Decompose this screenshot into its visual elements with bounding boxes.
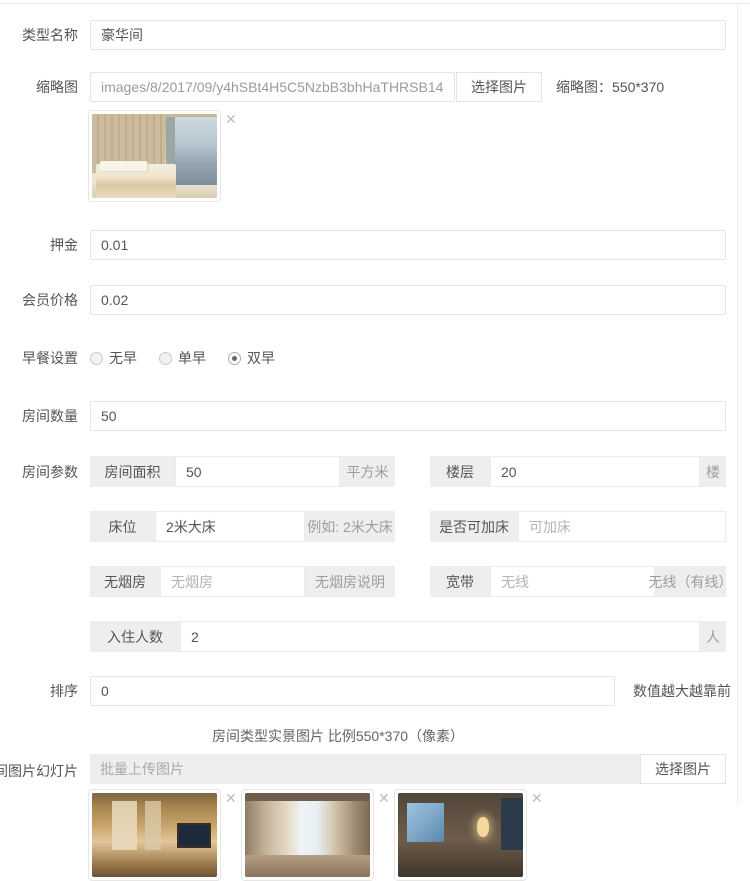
slideshow-heading: 房间类型实景图片 比例550*370（像素）: [0, 726, 676, 746]
extra-bed-label: 是否可加床: [430, 511, 518, 542]
thumbnail-image: [92, 114, 217, 198]
broadband-input[interactable]: [490, 566, 655, 597]
thumbnail-preview: [88, 110, 221, 202]
bed-hint: 例如: 2米大床: [305, 511, 395, 542]
thumbnail-choose-button[interactable]: 选择图片: [456, 72, 542, 102]
breakfast-option-label: 单早: [178, 348, 206, 368]
sort-label: 排序: [0, 681, 78, 701]
broadband-hint: 无线（有线）: [655, 566, 726, 597]
slideshow-remove-icon-2[interactable]: ✕: [374, 789, 390, 806]
thumbnail-remove-icon[interactable]: ✕: [221, 110, 237, 127]
thumbnail-size-note: 缩略图：550*370: [556, 77, 664, 97]
slideshow-upload-bar[interactable]: 批量上传图片 选择图片: [90, 754, 726, 784]
no-smoking-label: 无烟房: [90, 566, 160, 597]
bed-label: 床位: [90, 511, 155, 542]
no-smoking-hint: 无烟房说明: [305, 566, 395, 597]
slideshow-heading-row: 房间类型实景图片 比例550*370（像素）: [0, 726, 750, 746]
floor-input[interactable]: [490, 456, 700, 487]
sort-row: 排序 数值越大越靠前: [0, 676, 750, 706]
slideshow-upload-placeholder: 批量上传图片: [90, 759, 640, 779]
slideshow-remove-icon-3[interactable]: ✕: [527, 789, 543, 806]
thumbnail-row: 缩略图 选择图片 缩略图：550*370: [0, 72, 750, 102]
type-name-input[interactable]: [90, 20, 726, 50]
slideshow-upload-row: 房间图片幻灯片 批量上传图片 选择图片: [0, 754, 750, 784]
slideshow-label: 房间图片幻灯片: [0, 761, 78, 781]
breakfast-label: 早餐设置: [0, 348, 78, 368]
deposit-label: 押金: [0, 235, 78, 255]
room-params-row-1: 房间参数 房间面积 平方米 楼层 楼: [0, 456, 750, 487]
room-count-input[interactable]: [90, 401, 726, 431]
radio-icon[interactable]: [159, 352, 172, 365]
occupancy-label: 入住人数: [90, 621, 180, 652]
breakfast-row: 早餐设置 无早 单早 双早: [0, 343, 750, 373]
slideshow-image-3: [398, 793, 523, 877]
sort-input[interactable]: [90, 676, 615, 706]
member-price-label: 会员价格: [0, 290, 78, 310]
bed-input[interactable]: [155, 511, 305, 542]
area-input[interactable]: [175, 456, 340, 487]
room-params-row-4: 入住人数 人: [0, 621, 750, 652]
area-unit: 平方米: [340, 456, 395, 487]
type-name-label: 类型名称: [0, 25, 78, 45]
no-smoking-input[interactable]: [160, 566, 305, 597]
thumbnail-preview-row: ✕: [88, 110, 750, 202]
breakfast-option-label: 无早: [109, 348, 137, 368]
breakfast-option-single[interactable]: 单早: [159, 348, 206, 368]
broadband-label: 宽带: [430, 566, 490, 597]
breakfast-option-double[interactable]: 双早: [228, 348, 275, 368]
member-price-row: 会员价格: [0, 285, 750, 315]
type-name-row: 类型名称: [0, 20, 750, 50]
room-count-label: 房间数量: [0, 406, 78, 426]
sort-note: 数值越大越靠前: [633, 681, 731, 701]
deposit-row: 押金: [0, 230, 750, 260]
extra-bed-input[interactable]: [518, 511, 726, 542]
room-params-row-3: 无烟房 无烟房说明 宽带 无线（有线）: [0, 566, 750, 597]
radio-icon[interactable]: [90, 352, 103, 365]
member-price-input[interactable]: [90, 285, 726, 315]
slideshow-thumbs-row: ✕ ✕ ✕: [88, 789, 750, 881]
occupancy-input[interactable]: [180, 621, 700, 652]
slideshow-thumb-1: [88, 789, 221, 881]
slideshow-remove-icon-1[interactable]: ✕: [221, 789, 237, 806]
thumbnail-url-input[interactable]: [90, 72, 455, 102]
radio-icon[interactable]: [228, 352, 241, 365]
slideshow-image-2: [245, 793, 370, 877]
slideshow-choose-button[interactable]: 选择图片: [640, 754, 726, 784]
thumbnail-label: 缩略图: [0, 77, 78, 97]
slideshow-thumb-2: [241, 789, 374, 881]
floor-unit: 楼: [700, 456, 726, 487]
occupancy-unit: 人: [700, 621, 726, 652]
slideshow-image-1: [92, 793, 217, 877]
area-label: 房间面积: [90, 456, 175, 487]
floor-label: 楼层: [430, 456, 490, 487]
slideshow-thumb-3: [394, 789, 527, 881]
room-params-label: 房间参数: [0, 462, 78, 482]
room-params-row-2: 床位 例如: 2米大床 是否可加床: [0, 511, 750, 542]
panel-top-divider: [0, 3, 750, 4]
breakfast-option-label: 双早: [247, 348, 275, 368]
breakfast-option-none[interactable]: 无早: [90, 348, 137, 368]
room-count-row: 房间数量: [0, 401, 750, 431]
deposit-input[interactable]: [90, 230, 726, 260]
